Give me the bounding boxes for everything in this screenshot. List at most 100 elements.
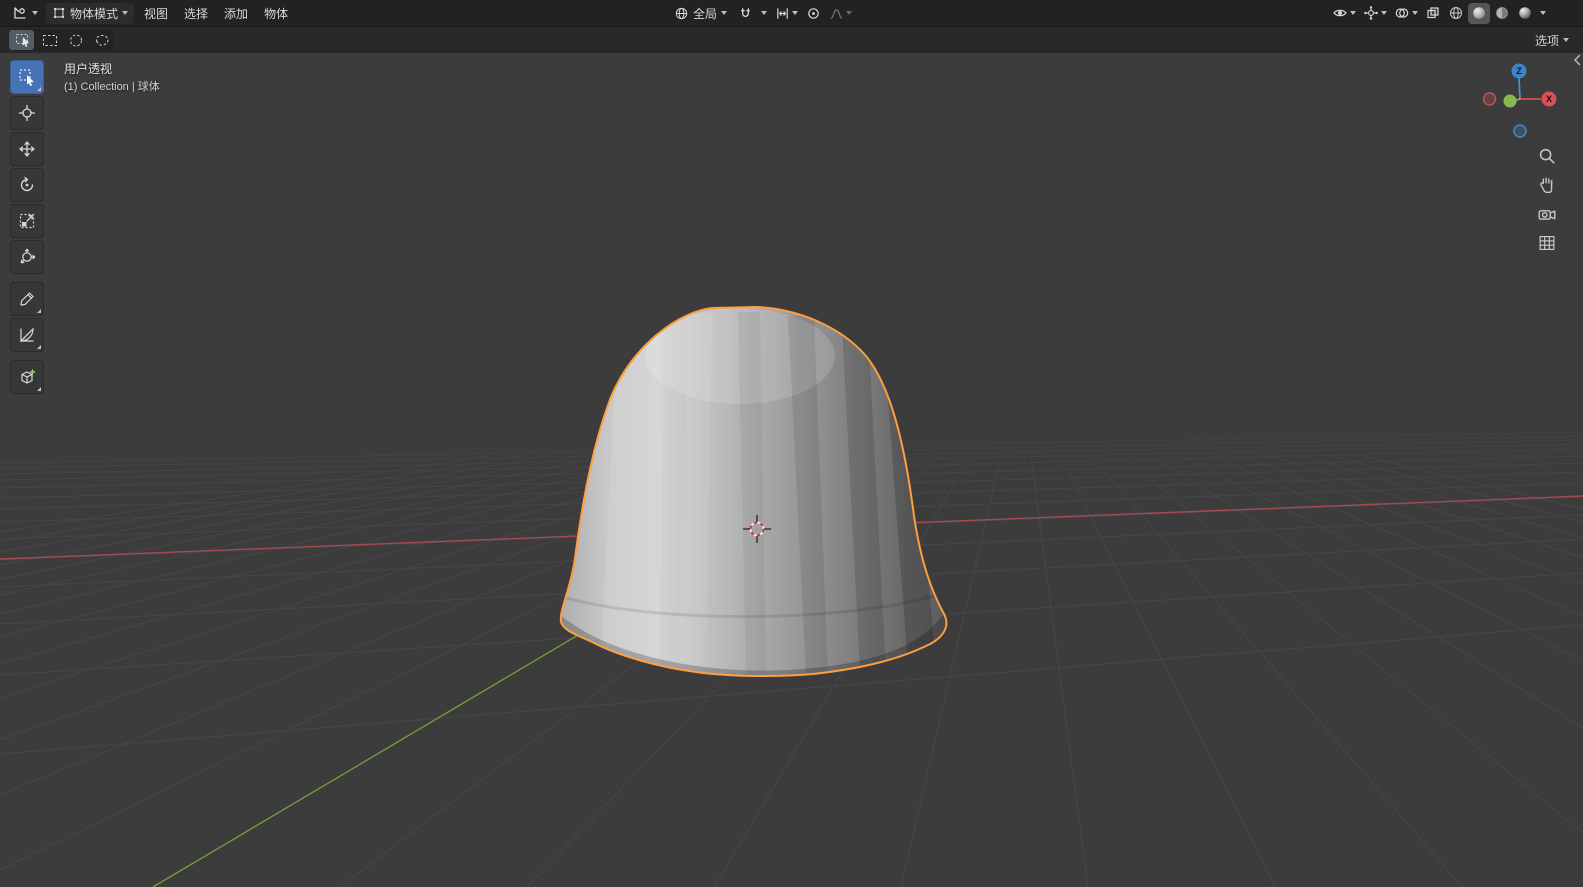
tool-add-cube[interactable] — [10, 360, 44, 394]
submenu-corner — [37, 309, 41, 313]
chevron-down-icon — [1350, 11, 1356, 15]
shading-dropdown[interactable] — [1537, 3, 1549, 24]
viewport-nav-buttons — [1535, 144, 1559, 255]
select-mode-circle[interactable] — [61, 30, 86, 50]
chevron-down-icon — [1381, 11, 1387, 15]
gizmo-x-label: X — [1546, 94, 1552, 104]
snap-increment-button[interactable] — [772, 3, 801, 24]
mode-dropdown[interactable]: 物体模式 — [46, 2, 135, 24]
viewport-3d[interactable]: 用户透视 (1) Collection | 球体 Z X — [0, 26, 1583, 887]
tool-rotate[interactable] — [10, 168, 44, 202]
chevron-left-icon — [1573, 54, 1581, 66]
editor-type-button[interactable] — [6, 3, 44, 24]
magnet-icon — [741, 7, 750, 17]
header-left: 物体模式 视图 选择 添加 物体 — [0, 2, 296, 24]
xray-toggle-button[interactable] — [1422, 3, 1444, 24]
navigation-gizmo[interactable]: Z X — [1483, 62, 1563, 138]
proportional-editing-icon — [808, 7, 819, 19]
tool-measure[interactable] — [10, 318, 44, 352]
tool-select-box[interactable] — [10, 60, 44, 94]
chevron-down-icon — [1540, 11, 1546, 15]
submenu-corner — [37, 87, 41, 91]
tool-transform[interactable] — [10, 240, 44, 274]
solid-sphere-icon — [1473, 7, 1485, 19]
cloth-object[interactable] — [558, 306, 948, 678]
shading-wireframe-button[interactable] — [1445, 3, 1467, 24]
gizmo-icon — [1364, 6, 1378, 20]
editor-type-icon — [14, 7, 26, 19]
gizmo-axis-y-positive[interactable] — [1503, 94, 1517, 108]
proportional-editing-button[interactable] — [803, 3, 824, 24]
snap-settings-dropdown[interactable] — [758, 3, 770, 24]
viewport-header: 物体模式 视图 选择 添加 物体 全局 — [0, 0, 1583, 27]
scale-tool-icon — [19, 213, 35, 229]
tool-cursor[interactable] — [10, 96, 44, 130]
header-menus: 视图 选择 添加 物体 — [136, 3, 296, 24]
move-tool-icon — [19, 141, 35, 157]
visibility-dropdown[interactable] — [1329, 3, 1359, 24]
header-right — [1329, 0, 1549, 26]
object-mode-icon — [53, 7, 65, 19]
select-mode-box[interactable] — [35, 30, 60, 50]
eye-icon — [1333, 9, 1347, 17]
pan-button[interactable] — [1535, 173, 1559, 197]
menu-select[interactable]: 选择 — [176, 3, 216, 24]
chevron-down-icon — [792, 11, 799, 15]
material-sphere-icon — [1496, 7, 1508, 19]
tool-move[interactable] — [10, 132, 44, 166]
chevron-down-icon — [721, 11, 728, 15]
tool-settings-right: 选项 — [1529, 30, 1575, 50]
zoom-button[interactable] — [1535, 144, 1559, 168]
chevron-down-icon — [32, 11, 38, 15]
add-cube-icon — [21, 369, 36, 384]
rotate-tool-icon — [20, 176, 34, 192]
cursor-tool-icon — [18, 104, 36, 122]
select-mode-lasso[interactable] — [87, 30, 112, 50]
orientation-globe-icon — [675, 7, 688, 19]
show-gizmo-dropdown[interactable] — [1360, 3, 1390, 24]
circle-select-icon — [70, 34, 82, 46]
menu-view[interactable]: 视图 — [136, 3, 176, 24]
tool-scale[interactable] — [10, 204, 44, 238]
overlays-dropdown[interactable] — [1391, 3, 1421, 24]
hand-icon — [1540, 177, 1553, 194]
box-select-icon — [43, 34, 57, 46]
transform-tool-icon — [20, 248, 36, 264]
grid-icon — [1539, 235, 1555, 251]
snap-toggle-button[interactable] — [735, 3, 756, 24]
gizmo-axis-x-negative[interactable] — [1483, 92, 1497, 106]
header-center: 全局 — [668, 0, 855, 26]
tweak-select-icon — [16, 33, 29, 47]
select-mode-tweak[interactable] — [9, 30, 34, 50]
menu-object[interactable]: 物体 — [256, 3, 296, 24]
select-mode-group — [8, 29, 113, 51]
measure-protractor-icon — [19, 327, 34, 342]
falloff-curve-icon — [830, 8, 843, 19]
submenu-corner — [37, 345, 41, 349]
ortho-toggle-button[interactable] — [1535, 231, 1559, 255]
magnifier-icon — [1539, 148, 1555, 164]
transform-orientation-dropdown[interactable]: 全局 — [668, 3, 733, 24]
chevron-down-icon — [1563, 38, 1569, 42]
camera-view-button[interactable] — [1535, 202, 1559, 226]
submenu-corner — [37, 387, 41, 391]
chevron-down-icon — [122, 11, 129, 15]
proportional-falloff-dropdown[interactable] — [826, 3, 855, 24]
increment-snap-icon — [777, 7, 788, 19]
menu-add[interactable]: 添加 — [216, 3, 256, 24]
wireframe-sphere-icon — [1450, 7, 1462, 19]
shading-rendered-button[interactable] — [1514, 3, 1536, 24]
lasso-select-icon — [96, 34, 109, 46]
options-dropdown[interactable]: 选项 — [1529, 30, 1575, 50]
gizmo-axis-z-negative[interactable] — [1513, 124, 1527, 138]
overlays-icon — [1395, 8, 1409, 18]
options-label: 选项 — [1534, 33, 1559, 48]
orientation-label: 全局 — [693, 6, 718, 21]
annotate-pen-icon — [20, 292, 34, 306]
select-box-icon — [19, 69, 34, 86]
tool-shelf — [10, 60, 44, 394]
shading-material-button[interactable] — [1491, 3, 1513, 24]
sidebar-collapse-arrow[interactable] — [1567, 52, 1581, 68]
shading-solid-button[interactable] — [1468, 2, 1490, 24]
tool-annotate[interactable] — [10, 282, 44, 316]
